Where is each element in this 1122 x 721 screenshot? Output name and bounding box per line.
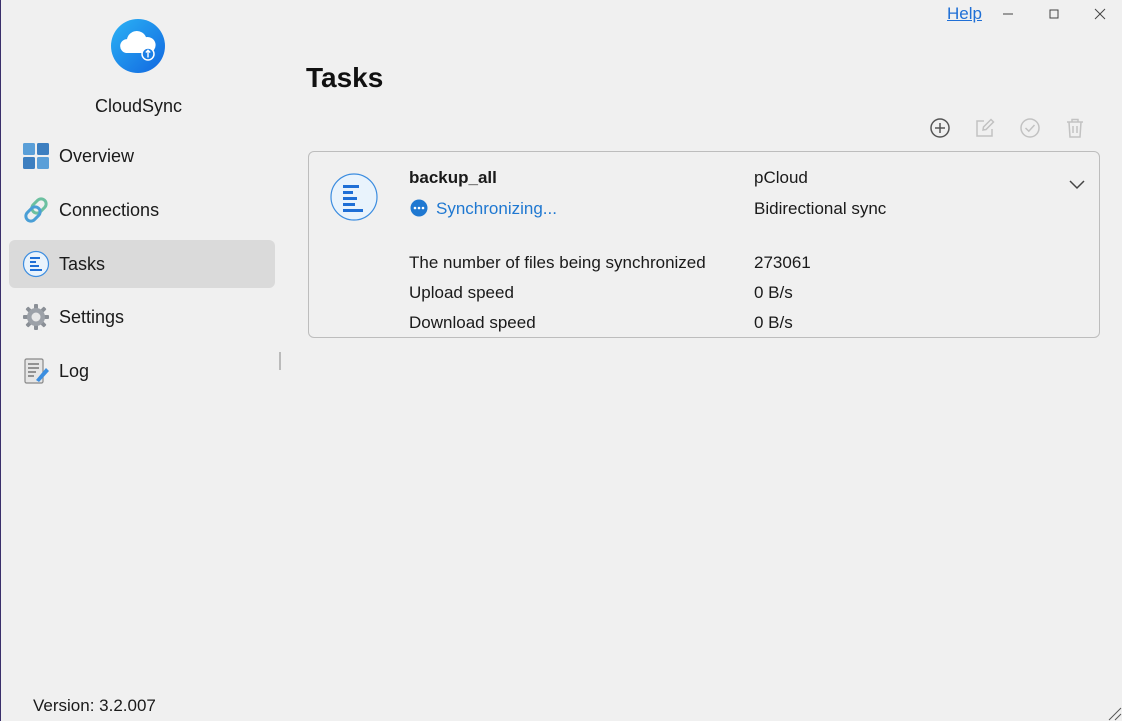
sidebar: CloudSync Overview Connections Tasks Set… <box>0 0 285 721</box>
resize-grip-icon[interactable] <box>1106 705 1122 721</box>
maximize-icon <box>1049 9 1059 19</box>
help-link[interactable]: Help <box>947 4 982 24</box>
sidebar-item-log[interactable]: Log <box>9 347 275 395</box>
edit-task-button[interactable] <box>973 116 997 140</box>
page-title: Tasks <box>306 62 384 93</box>
sidebar-item-settings[interactable]: Settings <box>9 293 275 341</box>
sidebar-item-label: Settings <box>59 306 125 327</box>
version-label: Version: 3.2.007 <box>33 696 156 715</box>
download-speed-label: Download speed <box>409 313 536 332</box>
delete-task-button[interactable] <box>1063 116 1087 140</box>
sidebar-item-tasks[interactable]: Tasks <box>9 240 275 288</box>
syncing-status-icon <box>410 199 428 217</box>
cloud-sync-icon <box>111 19 165 73</box>
task-icon <box>330 173 378 221</box>
minimize-button[interactable] <box>985 2 1031 26</box>
task-card[interactable]: backup_all Synchronizing... pCloud Bidir… <box>308 151 1100 338</box>
sidebar-item-connections[interactable]: Connections <box>9 186 275 234</box>
log-edit-icon <box>24 358 49 384</box>
task-provider: pCloud <box>754 168 808 187</box>
sidebar-item-label: Tasks <box>59 253 106 274</box>
chevron-down-icon[interactable] <box>1067 174 1087 194</box>
link-icon <box>24 197 48 223</box>
task-status: Synchronizing... <box>436 199 557 218</box>
task-name: backup_all <box>409 168 497 187</box>
sidebar-item-label: Overview <box>59 145 135 166</box>
files-count-value: 273061 <box>754 253 811 272</box>
files-count-label: The number of files being synchronized <box>409 253 706 272</box>
gear-icon <box>23 304 49 330</box>
tasks-list-icon <box>22 250 50 278</box>
download-speed-value: 0 B/s <box>754 313 793 332</box>
close-button[interactable] <box>1077 2 1122 26</box>
verify-task-button[interactable] <box>1018 116 1042 140</box>
close-icon <box>1094 8 1106 20</box>
upload-speed-value: 0 B/s <box>754 283 793 302</box>
sidebar-splitter-handle[interactable] <box>279 352 281 370</box>
sidebar-item-label: Connections <box>59 199 160 220</box>
sidebar-item-label: Log <box>59 360 90 381</box>
app-name: CloudSync <box>94 96 183 116</box>
overview-grid-icon <box>23 143 49 169</box>
maximize-button[interactable] <box>1031 2 1077 26</box>
upload-speed-label: Upload speed <box>409 283 514 302</box>
add-task-button[interactable] <box>928 116 952 140</box>
minimize-icon <box>1003 13 1013 15</box>
task-sync-direction: Bidirectional sync <box>754 199 887 218</box>
sidebar-item-overview[interactable]: Overview <box>9 132 275 180</box>
